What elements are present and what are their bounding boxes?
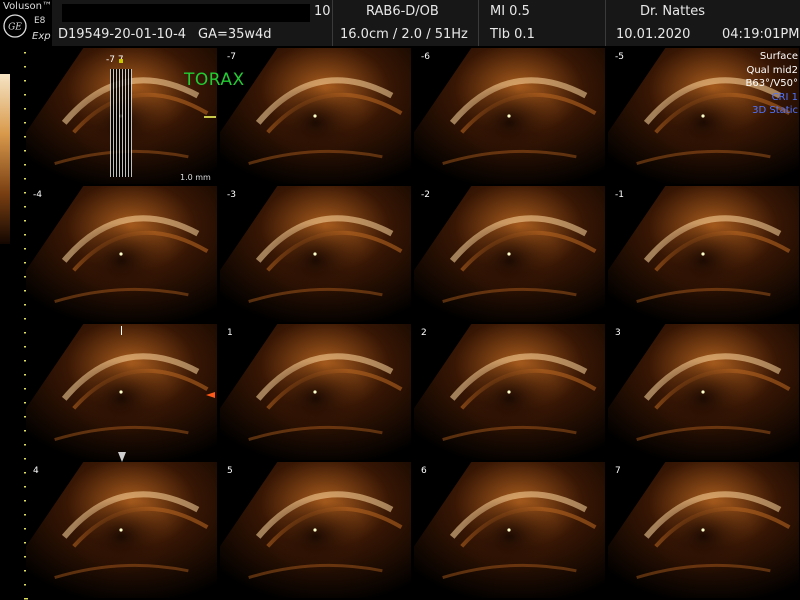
probe-label: RAB6-D/OB [366,4,439,19]
marker-dash [204,116,216,118]
slice-index-label: 1 [227,328,233,338]
caliper-bottom-marker [118,452,126,462]
slice-panel[interactable]: 7 [608,462,799,598]
slice-image [26,324,217,460]
slice-thickness-label: 1.0 mm [180,173,211,182]
slice-image [608,186,799,322]
slice-image [220,186,411,322]
slice-image [220,48,411,184]
slice-index-label: 6 [421,466,427,476]
depth-settings: 16.0cm / 2.0 / 51Hz [340,27,468,42]
slice-image [414,324,605,460]
slice-index-label: 5 [227,466,233,476]
mechanical-index: MI 0.5 [490,4,530,19]
slice-panel[interactable]: -6 [414,48,605,184]
slice-index-label: 7 [615,466,621,476]
render-info-line: B63°/V50° [745,78,798,89]
slice-image [414,48,605,184]
slice-image [220,462,411,598]
slice-image [26,462,217,598]
slice-image [608,324,799,460]
slice-index-label: 2 [421,328,427,338]
doctor-name: Dr. Nattes [640,4,706,19]
slice-panel[interactable]: -7 [220,48,411,184]
slice-index-label: 3 [615,328,621,338]
slice-image [220,324,411,460]
slice-index-label: -6 [421,52,430,62]
thermal-index: TIb 0.1 [490,27,535,42]
header-divider [605,0,606,46]
slice-panel[interactable]: 1 [220,324,411,460]
orange-arrow-marker [206,392,215,398]
render-info-list: Surface Qual mid2 B63°/V50° CRI 1 3D Static [745,50,798,118]
header-divider [478,0,479,46]
render-info-line: Surface [759,51,798,62]
caliper-top-marker [121,326,122,335]
slice-index-label: -3 [227,190,236,200]
slice-panel[interactable]: 3 [608,324,799,460]
svg-text:GE: GE [8,23,22,33]
slice-panel[interactable]: -1 [608,186,799,322]
render-info-line: 3D Static [752,105,798,116]
slice-panel[interactable]: 4 [26,462,217,598]
slice-index-label: -2 [421,190,430,200]
render-info-line: Qual mid2 [746,64,798,76]
slice-image [26,186,217,322]
slice-grid: -7 -6 -5 -4 -3 -2 -1 1 2 3 4 5 6 7 [26,48,800,600]
gestational-age: GA=35w4d [198,27,272,42]
patient-name-redacted [62,4,310,22]
header-divider [332,0,333,46]
patient-id: D19549-20-01-10-4 [58,27,187,42]
exam-time: 04:19:01PM [722,27,800,42]
exam-date: 10.01.2020 [616,27,691,42]
slice-index-label: -4 [33,190,42,200]
slice-index-label: -1 [615,190,624,200]
slice-panel[interactable]: -3 [220,186,411,322]
status-header: Voluson™ GE E8 Exp 10 RAB6-D/OB MI 0.5 D… [0,0,800,46]
slice-panel[interactable]: 6 [414,462,605,598]
slice-index-label: -7 [227,52,236,62]
slice-panel[interactable]: 5 [220,462,411,598]
brand-name: Voluson™ [3,1,52,12]
slice-panel[interactable]: -4 [26,186,217,322]
model-name: E8 [34,16,46,26]
render-info-line: CRI 1 [771,91,798,103]
region-label: TORAX [184,70,245,90]
slice-panel[interactable]: 2 [414,324,605,460]
field-index: 10 [314,4,331,19]
slice-index-label: -5 [615,52,624,62]
ge-monogram-icon: GE [3,14,27,38]
gray-scale-bar [0,74,10,244]
slice-image [414,462,605,598]
slice-index-label: 4 [33,466,39,476]
slice-image [414,186,605,322]
slice-panel[interactable] [26,324,217,460]
slice-image [608,462,799,598]
slice-panel[interactable]: -2 [414,186,605,322]
preset-mode: Exp [32,31,51,42]
slice-position-dot [119,59,123,63]
logo-block: Voluson™ GE E8 Exp [0,0,52,46]
slice-position-indicator [110,69,132,177]
